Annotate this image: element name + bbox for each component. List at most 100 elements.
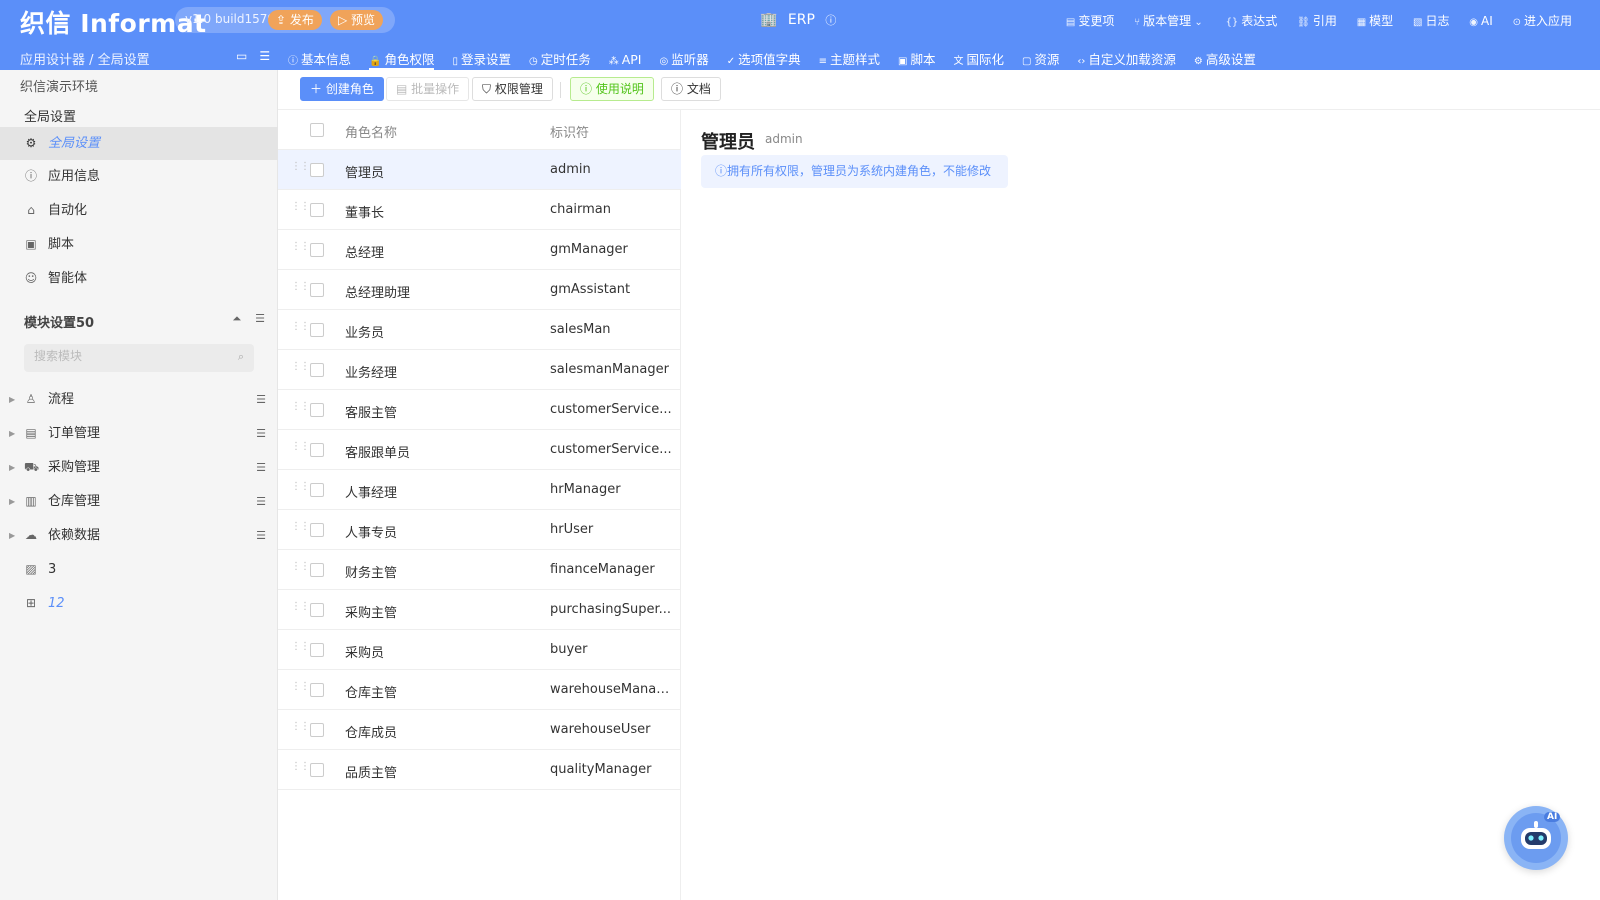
table-row[interactable]: ⋮⋮ 人事经理 hrManager [278,470,681,510]
module-12[interactable]: ⊞ 12 [0,587,278,620]
table-row[interactable]: ⋮⋮ 财务主管 financeManager [278,550,681,590]
publish-button[interactable]: ⇪ 发布 [268,10,322,30]
caret-right-icon[interactable]: ▶ [9,383,15,416]
drag-handle-icon[interactable]: ⋮⋮ [291,361,310,372]
sidebar-item-automation[interactable]: ⌂ 自动化 [0,194,278,227]
drag-handle-icon[interactable]: ⋮⋮ [291,601,310,612]
outline-icon[interactable]: ☰ [259,49,270,63]
collapse-icon[interactable]: ⏶ [232,312,241,325]
batch-operation-button[interactable]: ▤ 批量操作 [386,77,470,101]
menu-settings-icon[interactable]: ☰ [255,312,265,325]
drag-handle-icon[interactable]: ⋮⋮ [291,281,310,292]
link-changes[interactable]: ▤ 变更项 [1066,14,1114,28]
module-flow[interactable]: ▶ ♙ 流程 ☰ [0,383,278,416]
drag-handle-icon[interactable]: ⋮⋮ [291,241,310,252]
ai-assistant-button[interactable]: AI [1504,806,1568,870]
drag-handle-icon[interactable]: ⋮⋮ [291,721,310,732]
link-enter-app[interactable]: ⊙ 进入应用 [1513,14,1572,28]
module-orders[interactable]: ▶ ▤ 订单管理 ☰ [0,417,278,450]
table-row[interactable]: ⋮⋮ 管理员 admin [278,150,681,190]
caret-right-icon[interactable]: ▶ [9,417,15,450]
module-menu-icon[interactable]: ☰ [256,519,266,552]
module-menu-icon[interactable]: ☰ [256,417,266,450]
tab-theme[interactable]: ≡ 主题样式 [819,49,880,70]
link-logs[interactable]: ▧ 日志 [1413,14,1449,28]
link-versions[interactable]: ⑂ 版本管理 ⌄ [1134,14,1206,28]
docs-button[interactable]: ⓘ 文档 [661,77,721,101]
tab-resources[interactable]: ▢ 资源 [1022,49,1059,70]
drag-handle-icon[interactable]: ⋮⋮ [291,321,310,332]
link-expressions[interactable]: {} 表达式 [1226,14,1278,28]
sidebar-item-global-settings[interactable]: ⚙ 全局设置 [0,127,278,160]
module-warehouse[interactable]: ▶ ▥ 仓库管理 ☰ [0,485,278,518]
row-checkbox[interactable] [310,243,324,257]
permission-management-button[interactable]: ⛉ 权限管理 [472,77,553,101]
search-icon[interactable]: ⌕ [238,350,244,364]
module-dependency-data[interactable]: ▶ ☁ 依赖数据 ☰ [0,519,278,552]
select-all-checkbox[interactable] [310,123,324,137]
module-menu-icon[interactable]: ☰ [256,485,266,518]
row-checkbox[interactable] [310,203,324,217]
caret-right-icon[interactable]: ▶ [9,519,15,552]
row-checkbox[interactable] [310,603,324,617]
drag-handle-icon[interactable]: ⋮⋮ [291,561,310,572]
row-checkbox[interactable] [310,763,324,777]
row-checkbox[interactable] [310,363,324,377]
tab-basic-info[interactable]: ⓘ 基本信息 [288,49,351,70]
drag-handle-icon[interactable]: ⋮⋮ [291,201,310,212]
drag-handle-icon[interactable]: ⋮⋮ [291,521,310,532]
sidebar-item-agents[interactable]: ☺ 智能体 [0,262,278,295]
caret-right-icon[interactable]: ▶ [9,451,15,484]
module-menu-icon[interactable]: ☰ [256,451,266,484]
row-checkbox[interactable] [310,323,324,337]
tab-i18n[interactable]: 文国际化 [953,49,1004,70]
sidebar-item-app-info[interactable]: ⓘ 应用信息 [0,160,278,193]
tab-advanced[interactable]: ⚙ 高级设置 [1194,49,1256,70]
table-row[interactable]: ⋮⋮ 品质主管 qualityManager [278,750,681,790]
row-checkbox[interactable] [310,483,324,497]
drag-handle-icon[interactable]: ⋮⋮ [291,161,310,172]
create-role-button[interactable]: ＋ 创建角色 [300,77,384,101]
tab-scripts[interactable]: ▣ 脚本 [898,49,935,70]
tab-option-dictionary[interactable]: ✓ 选项值字典 [727,49,801,70]
drag-handle-icon[interactable]: ⋮⋮ [291,681,310,692]
module-menu-icon[interactable]: ☰ [256,383,266,416]
table-row[interactable]: ⋮⋮ 人事专员 hrUser [278,510,681,550]
link-models[interactable]: ▦ 模型 [1357,14,1393,28]
row-checkbox[interactable] [310,443,324,457]
drag-handle-icon[interactable]: ⋮⋮ [291,441,310,452]
row-checkbox[interactable] [310,163,324,177]
table-row[interactable]: ⋮⋮ 业务经理 salesmanManager [278,350,681,390]
tab-role-permissions[interactable]: 🔒 角色权限 [369,49,435,70]
tab-scheduled-tasks[interactable]: ◷ 定时任务 [529,49,591,70]
table-row[interactable]: ⋮⋮ 采购主管 purchasingSuper... [278,590,681,630]
table-row[interactable]: ⋮⋮ 客服主管 customerService... [278,390,681,430]
tab-listeners[interactable]: ◎ 监听器 [659,49,708,70]
sidebar-item-scripts[interactable]: ▣ 脚本 [0,228,278,261]
table-row[interactable]: ⋮⋮ 仓库成员 warehouseUser [278,710,681,750]
table-row[interactable]: ⋮⋮ 采购员 buyer [278,630,681,670]
row-checkbox[interactable] [310,523,324,537]
module-purchasing[interactable]: ▶ ⛟ 采购管理 ☰ [0,451,278,484]
row-checkbox[interactable] [310,643,324,657]
link-references[interactable]: ⛓ 引用 [1297,14,1337,28]
row-checkbox[interactable] [310,683,324,697]
tab-custom-resources[interactable]: ‹› 自定义加载资源 [1077,49,1176,70]
table-row[interactable]: ⋮⋮ 董事长 chairman [278,190,681,230]
link-ai[interactable]: ◉ AI [1469,14,1492,28]
module-3[interactable]: ▨ 3 [0,553,278,586]
table-row[interactable]: ⋮⋮ 总经理助理 gmAssistant [278,270,681,310]
table-row[interactable]: ⋮⋮ 客服跟单员 customerService... [278,430,681,470]
drag-handle-icon[interactable]: ⋮⋮ [291,481,310,492]
table-row[interactable]: ⋮⋮ 业务员 salesMan [278,310,681,350]
tab-login-settings[interactable]: ▯ 登录设置 [452,49,511,70]
row-checkbox[interactable] [310,723,324,737]
row-checkbox[interactable] [310,283,324,297]
drag-handle-icon[interactable]: ⋮⋮ [291,761,310,772]
note-icon[interactable]: ▭ [236,49,247,63]
search-input[interactable] [34,349,224,363]
row-checkbox[interactable] [310,563,324,577]
row-checkbox[interactable] [310,403,324,417]
table-row[interactable]: ⋮⋮ 仓库主管 warehouseManager [278,670,681,710]
usage-guide-button[interactable]: ⓘ 使用说明 [570,77,654,101]
